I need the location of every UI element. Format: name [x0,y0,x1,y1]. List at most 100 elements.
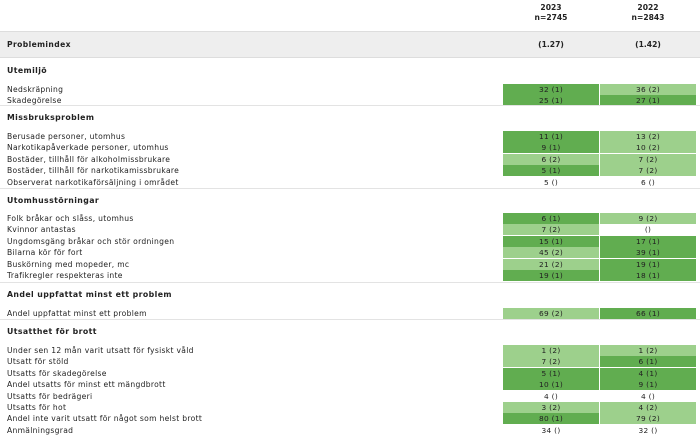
row-label: Andel uppfattat minst ett problem [7,309,147,318]
table-row: Under sen 12 mån varit utsatt för fysisk… [0,345,700,356]
table-row: Nedskräpning 32 (1) 36 (2) [0,84,700,95]
value-cell-2022: 6 (1) [600,356,696,368]
table-row: Andel uppfattat minst ett problem 69 (2) 6… [0,308,700,319]
value-cell-2022: 7 (2) [600,165,696,177]
section-divider [0,282,700,283]
table-row: Utsatts för bedrägeri 4 () 4 () [0,391,700,402]
row-label: Bostäder, tillhåll för alkoholmissbrukar… [7,154,171,164]
table-row: Anmälningsgrad 34 () 32 () [0,425,700,436]
value-cell-2023: 7 (2) [503,224,599,236]
value-cell-2022: 6 () [640,177,656,187]
column-n: n=2745 [534,13,568,22]
value-cell-2022: 9 (2) [600,213,696,224]
section-divider [0,105,700,106]
table-row: Andel inte varit utsatt för något som he… [0,413,700,425]
value-cell-2023: 1 (2) [503,345,599,356]
value-cell-2023: 69 (2) [503,308,599,319]
table-row: Trafikregler respekteras inte 19 (1) 18 (1… [0,270,700,281]
row-label: Utsatts för skadegörelse [7,368,107,378]
row-label: Kvinnor antastas [7,225,76,235]
row-label: Folk bråkar och slåss, utomhus [7,214,134,223]
value-cell-2022: 4 (1) [600,367,696,379]
value-cell-2023: 80 (1) [503,413,599,425]
problemindex-value-2022: (1.42) [635,40,661,49]
table-row: Bilarna kör för fort 45 (2) 39 (1) [0,247,700,259]
section-title-utomhusstörningar: Utomhusstörningar [7,196,100,205]
value-cell-2023: 7 (2) [503,356,599,368]
section-divider [0,188,700,189]
column-header-2023: 2023 n=2745 [503,3,599,23]
value-cell-2023: 6 (1) [503,213,599,224]
value-cell-2022: 36 (2) [600,84,696,95]
row-label: Utsatts för bedrägeri [7,391,93,401]
column-header-2022: 2022 n=2843 [600,3,696,23]
row-label: Observerat narkotikaförsäljning i område… [7,177,179,187]
table-row: Narkotikapåverkade personer, utomhus 9 (1… [0,142,700,154]
table-row: Utsatts för hot 3 (2) 4 (2) [0,402,700,413]
value-cell-2022: 39 (1) [600,247,696,259]
table-row: Utsatt för stöld 7 (2) 6 (1) [0,356,700,368]
section-title-andel-uppfattat-minst-ett-problem: Andel uppfattat minst ett problem [7,290,172,299]
row-label: Ungdomsgäng bråkar och stör ordningen [7,236,175,246]
row-label: Buskörning med mopeder, mc [7,259,130,269]
row-label: Trafikregler respekteras inte [7,271,123,280]
column-year: 2022 [637,3,659,12]
section-title-utemiljö: Utemiljö [7,66,48,75]
table-row: Utsatts för skadegörelse 5 (1) 4 (1) [0,367,700,379]
row-label: Bostäder, tillhåll för narkotikamissbruk… [7,166,180,176]
value-cell-2023: 19 (1) [503,270,599,281]
table-row: Berusade personer, utomhus 11 (1) 13 (2) [0,131,700,142]
value-cell-2022: () [644,225,652,235]
value-cell-2022: 7 (2) [600,153,696,165]
value-cell-2023: 6 (2) [503,153,599,165]
row-label: Nedskräpning [7,85,64,94]
table-row: Andel utsatts för minst ett mängdbrott 10… [0,379,700,391]
row-label: Andel utsatts för minst ett mängdbrott [7,380,166,390]
value-cell-2022: 9 (1) [600,379,696,391]
section-divider [0,319,700,320]
value-cell-2023: 34 () [541,425,561,435]
value-cell-2022: 1 (2) [600,345,696,356]
section-title-missbruksproblem: Missbruksproblem [7,113,95,122]
problemindex-label: Problemindex [7,40,71,49]
row-label: Under sen 12 mån varit utsatt för fysisk… [7,346,194,355]
row-label: Utsatt för stöld [7,357,69,367]
section-title-utsatthet-för-brott: Utsatthet för brott [7,327,97,336]
value-cell-2022: 19 (1) [600,258,696,270]
table-row: Folk bråkar och slåss, utomhus 6 (1) 9 (2) [0,213,700,224]
value-cell-2022: 13 (2) [600,131,696,142]
column-year: 2023 [540,3,562,12]
row-label: Andel inte varit utsatt för något som he… [7,414,203,424]
value-cell-2023: 3 (2) [503,402,599,413]
value-cell-2023: 10 (1) [503,379,599,391]
table-row: Bostäder, tillhåll för narkotikamissbruk… [0,165,700,177]
table-row: Ungdomsgäng bråkar och stör ordningen 15 … [0,235,700,247]
row-label: Bilarna kör för fort [7,248,83,258]
value-cell-2022: 79 (2) [600,413,696,425]
row-label: Berusade personer, utomhus [7,132,126,141]
row-label: Narkotikapåverkade personer, utomhus [7,143,169,153]
value-cell-2023: 4 () [543,391,559,401]
value-cell-2022: 66 (1) [600,308,696,319]
table-row: Bostäder, tillhåll för alkoholmissbrukar… [0,153,700,165]
value-cell-2023: 5 (1) [503,367,599,379]
value-cell-2022: 10 (2) [600,142,696,154]
row-label: Anmälningsgrad [7,425,74,435]
value-cell-2022: 17 (1) [600,235,696,247]
row-label: Utsatts för hot [7,403,67,412]
table-row: Observerat narkotikaförsäljning i område… [0,177,700,188]
table-row: Buskörning med mopeder, mc 21 (2) 19 (1) [0,258,700,270]
value-cell-2023: 21 (2) [503,258,599,270]
value-cell-2022: 18 (1) [600,270,696,281]
value-cell-2023: 5 (1) [503,165,599,177]
value-cell-2023: 5 () [543,177,559,187]
value-cell-2022: 4 () [640,391,656,401]
value-cell-2023: 9 (1) [503,142,599,154]
problemindex-value-2023: (1.27) [538,40,564,49]
table-row: Kvinnor antastas 7 (2) () [0,224,700,236]
column-n: n=2843 [631,13,665,22]
value-cell-2023: 11 (1) [503,131,599,142]
problemindex-row: Problemindex (1.27) (1.42) [0,31,700,58]
value-cell-2023: 32 (1) [503,84,599,95]
value-cell-2023: 45 (2) [503,247,599,259]
